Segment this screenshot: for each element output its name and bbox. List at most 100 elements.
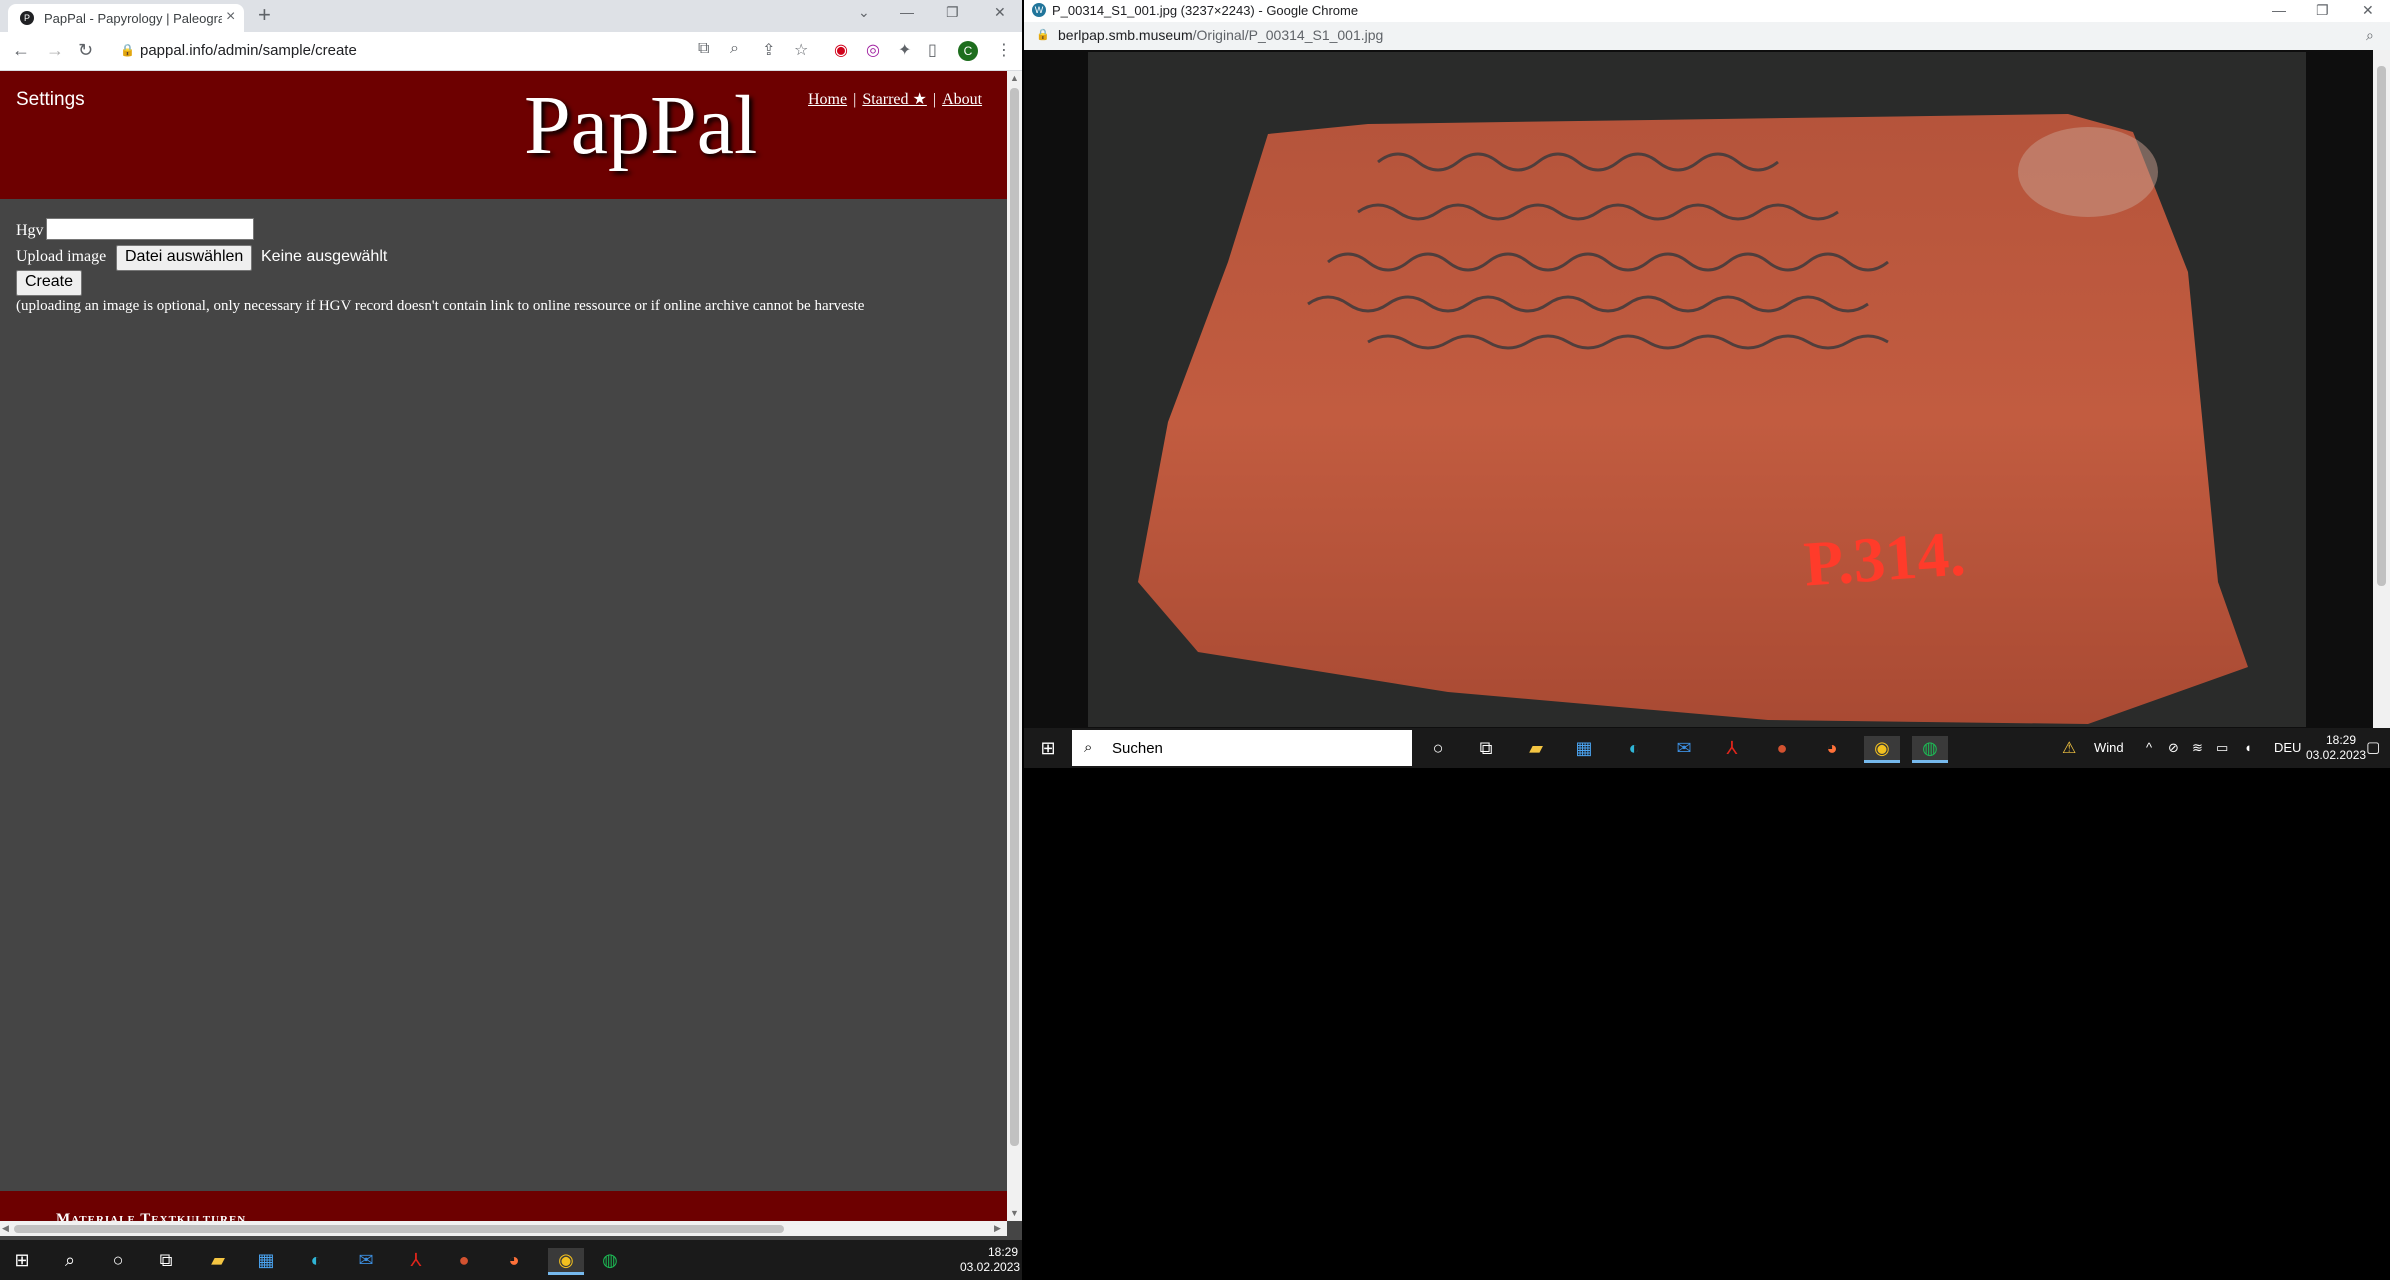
edge-icon[interactable]: ◐ [1620,736,1648,760]
restore-icon[interactable]: ❐ [2316,2,2329,19]
chrome-icon[interactable]: ◉ [1864,736,1900,763]
site-logo[interactable]: PapPal [524,77,757,174]
extension-icon[interactable]: ◉ [834,40,848,60]
extension-icon-2[interactable]: ◎ [866,40,880,60]
edge-icon[interactable]: ◐ [302,1248,330,1272]
extensions-puzzle-icon[interactable]: ✦ [898,40,911,60]
address-bar: ← → ↻ 🔒 pappal.info/admin/sample/create … [0,32,1022,71]
tray-chevron-icon[interactable]: ^ [2146,740,2152,755]
back-icon[interactable]: ← [12,40,30,61]
taskview-icon[interactable]: ⧉ [1472,736,1500,760]
mail-icon[interactable]: ✉ [1670,736,1698,760]
zoom-icon[interactable]: ⌕ [2366,27,2374,44]
url-field[interactable]: berlpap.smb.museum/Original/P_00314_S1_0… [1058,27,1383,43]
acrobat-icon[interactable]: ⅄ [402,1248,430,1272]
forward-icon[interactable]: → [46,40,64,61]
store-icon[interactable]: ▦ [252,1248,280,1272]
scroll-right-icon[interactable]: ▶ [994,1223,1001,1234]
profile-avatar[interactable]: C [958,41,978,61]
ostracon-drawing [1138,114,2248,724]
hgv-input[interactable] [46,218,254,240]
wordpress-favicon-icon: W [1032,3,1046,17]
explorer-icon[interactable]: ▰ [1522,736,1550,760]
nav-home[interactable]: Home [808,91,847,108]
settings-link[interactable]: Settings [16,89,85,111]
explorer-icon[interactable]: ▰ [204,1248,232,1272]
spotify-icon[interactable]: ◍ [1912,736,1948,763]
scroll-up-icon[interactable]: ▲ [1010,73,1019,83]
notification-icon[interactable]: ▢ [2366,738,2380,756]
vertical-scroll-thumb[interactable] [2377,66,2386,586]
reload-icon[interactable]: ↻ [78,40,93,61]
close-tab-icon[interactable]: × [226,8,235,26]
cortana-icon[interactable]: ○ [1424,736,1452,760]
upload-row: Upload image Datei auswählen Keine ausge… [16,245,387,271]
upload-label: Upload image [16,248,107,265]
browser-window-right: W P_00314_S1_001.jpg (3237×2243) - Googl… [1024,0,2390,728]
nav-separator: | [932,91,937,108]
chrome-icon[interactable]: ◉ [548,1248,584,1275]
hgv-label: Hgv [16,222,44,239]
wifi-icon[interactable]: ≋ [2192,740,2203,756]
nav-starred[interactable]: Starred ★ [862,91,927,108]
tab-search-icon[interactable]: ⌄ [858,4,870,21]
window-title: P_00314_S1_001.jpg (3237×2243) - Google … [1052,3,1359,18]
volume-icon[interactable]: ◖ [2244,740,2252,755]
minimize-icon[interactable]: — [900,4,914,20]
powerpoint-icon[interactable]: ● [1768,736,1796,760]
url-field[interactable]: pappal.info/admin/sample/create [140,42,357,59]
translate-icon[interactable]: ⧉ [698,40,709,58]
scroll-down-icon[interactable]: ▼ [1010,1208,1019,1218]
scroll-left-icon[interactable]: ◀ [2,1223,9,1234]
network-icon[interactable]: ⊘ [2168,740,2179,756]
language-indicator[interactable]: DEU [2274,740,2301,755]
share-icon[interactable]: ⇪ [762,40,775,60]
search-icon[interactable]: ⌕ [56,1248,84,1272]
cortana-icon[interactable]: ○ [104,1248,132,1272]
choose-file-button[interactable]: Datei auswählen [116,245,253,271]
battery-icon[interactable]: ▭ [2216,740,2228,756]
url-host: berlpap.smb.museum [1058,27,1193,43]
firefox-icon[interactable]: ◕ [1818,736,1846,760]
minimize-icon[interactable]: — [2272,2,2286,18]
inventory-label: P.314. [1801,517,1968,600]
weather-warning-icon[interactable]: ⚠ [2062,738,2076,758]
taskbar-right: ⊞ ⌕ Suchen ○ ⧉ ▰ ▦ ◐ ✉ ⅄ ● ◕ ◉ ◍ ⚠ Wind … [1024,728,2390,768]
windows-icon[interactable]: ⊞ [1034,736,1062,760]
search-placeholder: Suchen [1112,740,1163,757]
clock[interactable]: 18:29 03.02.2023 [960,1245,1020,1275]
bookmark-star-icon[interactable]: ☆ [794,40,808,60]
powerpoint-icon[interactable]: ● [450,1248,478,1272]
nav-about[interactable]: About [942,91,982,108]
sidepanel-icon[interactable]: ▯ [928,40,937,60]
create-button[interactable]: Create [16,270,83,296]
menu-kebab-icon[interactable]: ⋮ [996,40,1012,60]
acrobat-icon[interactable]: ⅄ [1718,736,1746,760]
close-window-icon[interactable]: ✕ [2362,2,2374,19]
vertical-scroll-thumb[interactable] [1010,88,1019,1146]
close-window-icon[interactable]: ✕ [994,4,1006,21]
nav-separator: | [853,91,857,108]
spotify-icon[interactable]: ◍ [596,1248,624,1272]
top-navigation: Home | Starred ★ | About [808,89,982,109]
tab-pappal[interactable]: P PapPal - Papyrology | Paleography × [8,4,244,32]
lock-icon: 🔒 [1036,29,1050,41]
firefox-icon[interactable]: ◕ [500,1248,528,1272]
ostracon-image[interactable]: P.314. [1088,52,2306,727]
lock-icon: 🔒 [120,43,135,57]
taskview-icon[interactable]: ⧉ [152,1248,180,1272]
browser-window-left: P PapPal - Papyrology | Paleography × + … [0,0,1022,1240]
clock-date: 03.02.2023 [2306,748,2367,762]
title-bar: W P_00314_S1_001.jpg (3237×2243) - Googl… [1024,0,2390,22]
clock[interactable]: 18:29 03.02.2023 [2306,733,2367,763]
windows-icon[interactable]: ⊞ [8,1248,36,1272]
new-tab-icon[interactable]: + [258,2,271,28]
zoom-icon[interactable]: ⌕ [730,40,739,58]
store-icon[interactable]: ▦ [1570,736,1598,760]
search-box[interactable]: ⌕ Suchen [1072,730,1412,766]
mail-icon[interactable]: ✉ [352,1248,380,1272]
weather-text[interactable]: Wind [2094,740,2124,755]
horizontal-scroll-thumb[interactable] [14,1225,784,1233]
upload-note: (uploading an image is optional, only ne… [16,298,865,314]
restore-icon[interactable]: ❐ [946,4,959,21]
